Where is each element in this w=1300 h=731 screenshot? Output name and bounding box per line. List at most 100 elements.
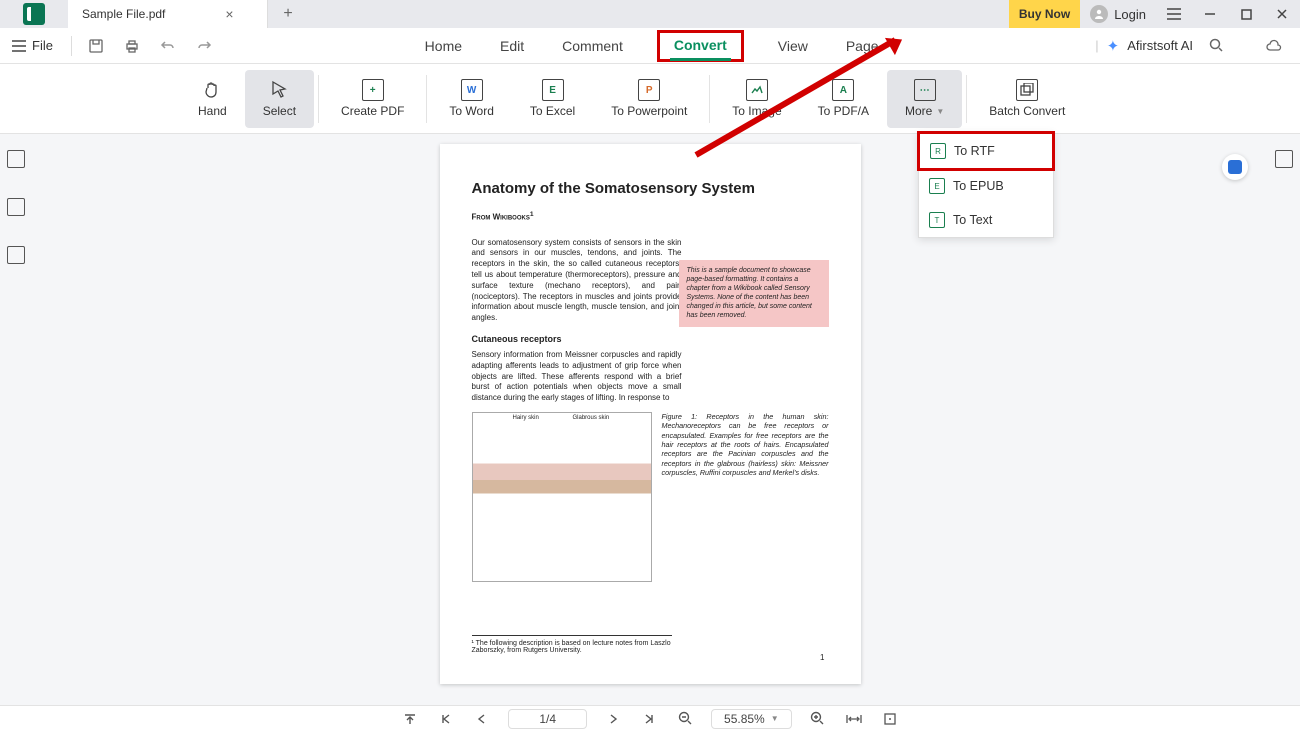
- hand-label: Hand: [198, 104, 227, 118]
- workspace: Anatomy of the Somatosensory System From…: [0, 134, 1300, 705]
- to-word-label: To Word: [449, 104, 493, 118]
- login-button[interactable]: Login: [1080, 0, 1156, 28]
- comments-panel-icon[interactable]: [7, 246, 25, 264]
- prev-page-icon[interactable]: [472, 709, 492, 729]
- zoom-level[interactable]: 55.85% ▼: [711, 709, 792, 729]
- scroll-top-icon[interactable]: [400, 709, 420, 729]
- next-page-icon[interactable]: [603, 709, 623, 729]
- buy-now-button[interactable]: Buy Now: [1009, 0, 1080, 28]
- fit-page-icon[interactable]: [880, 709, 900, 729]
- select-tool[interactable]: Select: [245, 70, 314, 128]
- tab-convert-highlight: Convert: [657, 30, 744, 62]
- file-label: File: [32, 38, 53, 53]
- hamburger-icon[interactable]: [1156, 0, 1192, 28]
- figure-image: Hairy skin Glabrous skin: [472, 412, 652, 582]
- pdf-page: Anatomy of the Somatosensory System From…: [440, 144, 861, 684]
- figure-caption: Figure 1: Receptors in the human skin: M…: [662, 412, 829, 582]
- tab-home[interactable]: Home: [421, 32, 466, 60]
- doc-title: Anatomy of the Somatosensory System: [472, 180, 829, 197]
- to-text-item[interactable]: T To Text: [919, 203, 1053, 237]
- minimize-icon[interactable]: [1192, 0, 1228, 28]
- last-page-icon[interactable]: [639, 709, 659, 729]
- page-indicator[interactable]: 1/4: [508, 709, 587, 729]
- more-dropdown: R To RTF E To EPUB T To Text: [918, 132, 1054, 238]
- batch-convert-button[interactable]: Batch Convert: [971, 70, 1083, 128]
- floating-word-badge[interactable]: [1222, 154, 1248, 180]
- maximize-icon[interactable]: [1228, 0, 1264, 28]
- tab-comment[interactable]: Comment: [558, 32, 627, 60]
- zoom-in-icon[interactable]: [808, 709, 828, 729]
- to-pdfa-button[interactable]: A To PDF/A: [800, 70, 887, 128]
- rtf-icon: R: [930, 143, 946, 159]
- to-rtf-item[interactable]: R To RTF: [917, 131, 1055, 171]
- close-tab-icon[interactable]: ×: [225, 6, 233, 22]
- right-siderail: [1268, 134, 1300, 705]
- text-icon: T: [929, 212, 945, 228]
- to-epub-item[interactable]: E To EPUB: [919, 169, 1053, 203]
- tab-view[interactable]: View: [774, 32, 812, 60]
- to-pdfa-label: To PDF/A: [818, 104, 869, 118]
- create-pdf-icon: +: [362, 79, 384, 101]
- doc-subhead: Cutaneous receptors: [472, 334, 829, 344]
- ai-label[interactable]: Afirstsoft AI: [1127, 38, 1193, 53]
- doc-source: From Wikibooks1: [472, 211, 829, 222]
- title-bar: Sample File.pdf × + Buy Now Login: [0, 0, 1300, 28]
- zoom-out-icon[interactable]: [675, 709, 695, 729]
- ai-section: | ✦ Afirstsoft AI: [1081, 37, 1238, 55]
- ppt-icon: P: [638, 79, 660, 101]
- create-pdf-button[interactable]: + Create PDF: [323, 70, 422, 128]
- fit-width-icon[interactable]: [844, 709, 864, 729]
- document-tab[interactable]: Sample File.pdf ×: [68, 0, 268, 28]
- redo-icon[interactable]: [186, 39, 222, 53]
- batch-icon: [1016, 79, 1038, 101]
- side-note: This is a sample document to showcase pa…: [679, 260, 829, 327]
- cloud-icon[interactable]: [1256, 39, 1292, 53]
- search-icon[interactable]: [1209, 38, 1224, 53]
- menu-icon: [12, 40, 26, 52]
- footnote: ¹ The following description is based on …: [472, 635, 672, 654]
- word-icon: W: [461, 79, 483, 101]
- more-icon: ⋯: [914, 79, 936, 101]
- page-number: 1: [820, 653, 824, 662]
- tab-convert[interactable]: Convert: [670, 31, 731, 59]
- convert-ribbon: Hand Select + Create PDF W To Word E To …: [0, 64, 1300, 134]
- file-menu-button[interactable]: File: [0, 38, 65, 53]
- new-tab-button[interactable]: +: [268, 0, 308, 28]
- to-rtf-label: To RTF: [954, 144, 995, 158]
- chevron-down-icon: ▼: [771, 714, 779, 723]
- to-excel-label: To Excel: [530, 104, 575, 118]
- main-menu-tabs: Home Edit Comment Convert View Page: [222, 30, 1081, 62]
- avatar-icon: [1090, 5, 1108, 23]
- more-button[interactable]: ⋯ More ▼: [887, 70, 962, 128]
- bookmarks-icon[interactable]: [7, 198, 25, 216]
- excel-icon: E: [542, 79, 564, 101]
- doc-para2: Sensory information from Meissner corpus…: [472, 350, 682, 404]
- to-ppt-button[interactable]: P To Powerpoint: [593, 70, 705, 128]
- hand-tool[interactable]: Hand: [180, 70, 245, 128]
- thumbnails-icon[interactable]: [7, 150, 25, 168]
- save-icon[interactable]: [78, 38, 114, 54]
- undo-icon[interactable]: [150, 39, 186, 53]
- properties-icon[interactable]: [1275, 150, 1293, 168]
- tab-edit[interactable]: Edit: [496, 32, 528, 60]
- pdfa-icon: A: [832, 79, 854, 101]
- to-excel-button[interactable]: E To Excel: [512, 70, 593, 128]
- close-window-icon[interactable]: [1264, 0, 1300, 28]
- create-pdf-label: Create PDF: [341, 104, 404, 118]
- batch-label: Batch Convert: [989, 104, 1065, 118]
- doc-para1: Our somatosensory system consists of sen…: [472, 238, 682, 324]
- tab-title: Sample File.pdf: [82, 7, 165, 21]
- to-ppt-label: To Powerpoint: [611, 104, 687, 118]
- page-viewport[interactable]: Anatomy of the Somatosensory System From…: [32, 134, 1268, 705]
- to-epub-label: To EPUB: [953, 179, 1004, 193]
- login-label: Login: [1114, 7, 1146, 22]
- epub-icon: E: [929, 178, 945, 194]
- first-page-icon[interactable]: [436, 709, 456, 729]
- hand-icon: [201, 79, 223, 101]
- print-icon[interactable]: [114, 38, 150, 54]
- to-text-label: To Text: [953, 213, 992, 227]
- to-word-button[interactable]: W To Word: [431, 70, 511, 128]
- image-icon: [746, 79, 768, 101]
- select-label: Select: [263, 104, 296, 118]
- status-bar: 1/4 55.85% ▼: [0, 705, 1300, 731]
